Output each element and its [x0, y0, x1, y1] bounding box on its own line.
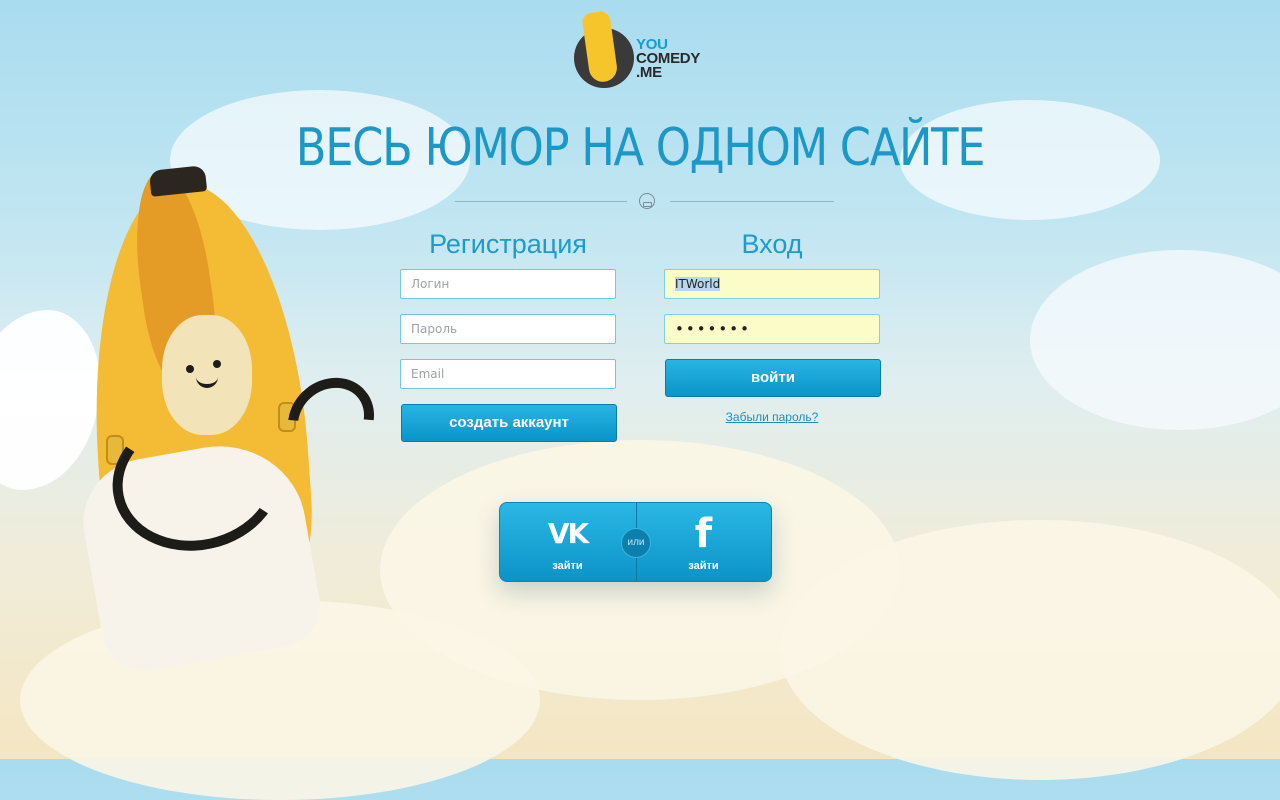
login-title: Вход: [741, 229, 803, 259]
login-password-value: •••••••: [675, 320, 751, 338]
logo-text: YOU COMEDY .ME: [636, 37, 700, 81]
register-password-input[interactable]: [400, 314, 616, 344]
login-username-input[interactable]: ITWorld: [664, 269, 880, 299]
facebook-login-button[interactable]: f зайти: [636, 503, 771, 581]
logo-text-line: .ME: [636, 64, 662, 81]
create-account-button[interactable]: создать аккаунт: [401, 404, 617, 442]
smiley-icon: [639, 193, 655, 209]
divider-left: [455, 201, 627, 202]
social-login-panel: VK зайти f зайти или: [499, 502, 772, 582]
facebook-login-label: зайти: [688, 560, 719, 572]
facebook-icon: f: [694, 511, 713, 557]
banana-eye: [186, 365, 194, 373]
youcomedy-logo[interactable]: YOU COMEDY .ME: [574, 10, 714, 90]
vk-icon: VK: [547, 517, 589, 550]
background-cloud: [780, 520, 1280, 780]
forgot-password-link[interactable]: Забыли пароль?: [664, 410, 880, 424]
vk-login-button[interactable]: VK зайти: [500, 503, 635, 581]
banana-eye: [213, 360, 221, 368]
vk-login-label: зайти: [552, 560, 583, 572]
background-cloud: [1030, 250, 1280, 430]
login-password-input[interactable]: •••••••: [664, 314, 880, 344]
login-button[interactable]: войти: [665, 359, 881, 397]
register-login-input[interactable]: [400, 269, 616, 299]
angel-wing: [0, 310, 100, 490]
register-title: Регистрация: [429, 229, 587, 259]
register-email-input[interactable]: [400, 359, 616, 389]
divider-right: [670, 201, 834, 202]
login-username-value: ITWorld: [675, 277, 721, 291]
banana-mascot: [0, 160, 392, 678]
page-headline: ВЕСЬ ЮМОР НА ОДНОМ САЙТЕ: [295, 118, 986, 178]
or-badge: или: [621, 528, 651, 558]
